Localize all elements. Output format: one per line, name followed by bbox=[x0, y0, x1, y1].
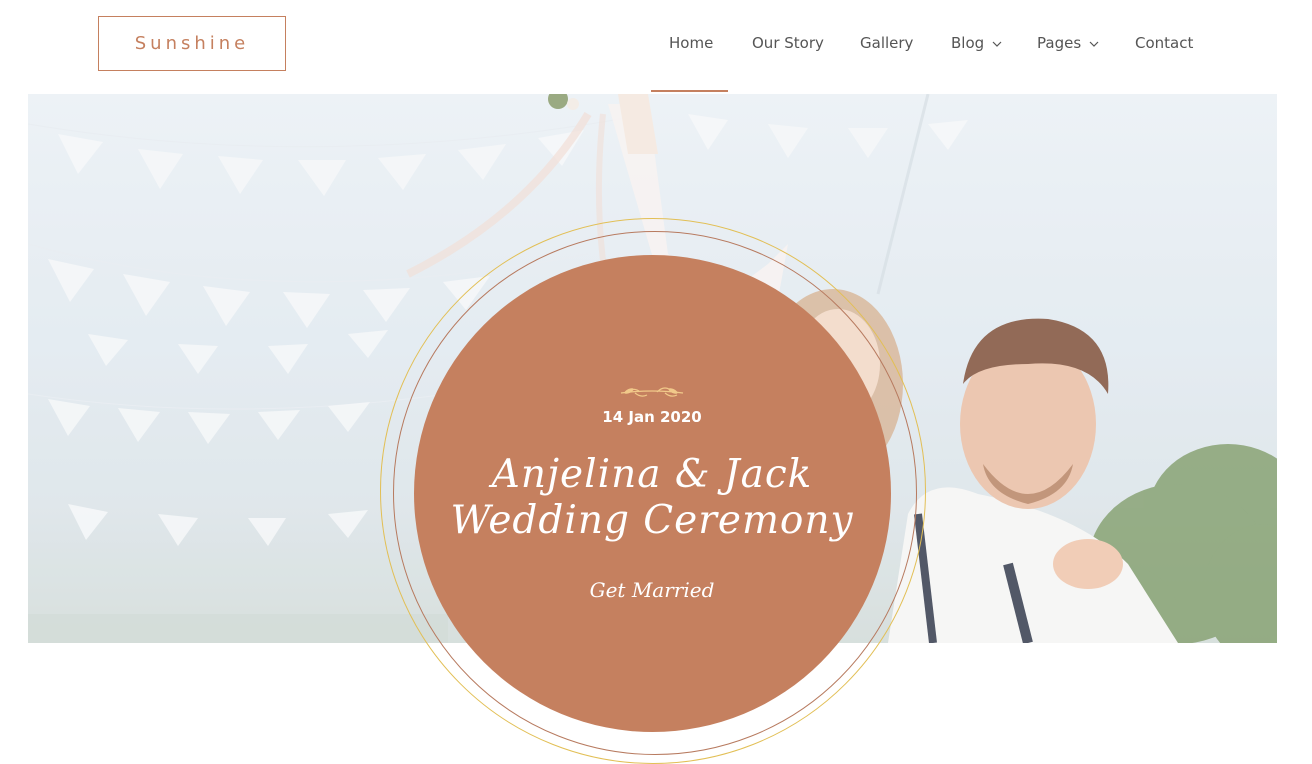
chevron-down-icon bbox=[1089, 41, 1099, 47]
hero-title-line-2: Wedding Ceremony bbox=[450, 498, 854, 543]
chevron-down-icon bbox=[992, 41, 1002, 47]
site-header: Sunshine Home Our Story Gallery Blog Pag… bbox=[0, 0, 1312, 94]
nav-item-our-story[interactable]: Our Story bbox=[752, 34, 824, 52]
nav-item-blog[interactable]: Blog bbox=[951, 34, 1002, 52]
nav-item-home[interactable]: Home bbox=[669, 34, 713, 52]
nav-item-label: Home bbox=[669, 34, 714, 52]
hero-subtitle: Get Married bbox=[589, 578, 715, 602]
nav-item-label: Blog bbox=[951, 34, 985, 52]
leaf-ornament-icon bbox=[620, 387, 684, 397]
nav-item-label: Our Story bbox=[752, 34, 824, 52]
main-nav: Home Our Story Gallery Blog Pages Contac… bbox=[0, 34, 1312, 58]
nav-active-indicator bbox=[651, 90, 728, 92]
nav-item-label: Contact bbox=[1135, 34, 1194, 52]
nav-item-gallery[interactable]: Gallery bbox=[860, 34, 913, 52]
nav-item-label: Pages bbox=[1037, 34, 1082, 52]
hero-title: Anjelina & Jack Wedding Ceremony bbox=[420, 452, 884, 544]
nav-item-contact[interactable]: Contact bbox=[1135, 34, 1193, 52]
nav-item-label: Gallery bbox=[860, 34, 914, 52]
event-date: 14 Jan 2020 bbox=[602, 408, 702, 426]
hero-title-line-1: Anjelina & Jack bbox=[491, 452, 813, 497]
nav-item-pages[interactable]: Pages bbox=[1037, 34, 1099, 52]
